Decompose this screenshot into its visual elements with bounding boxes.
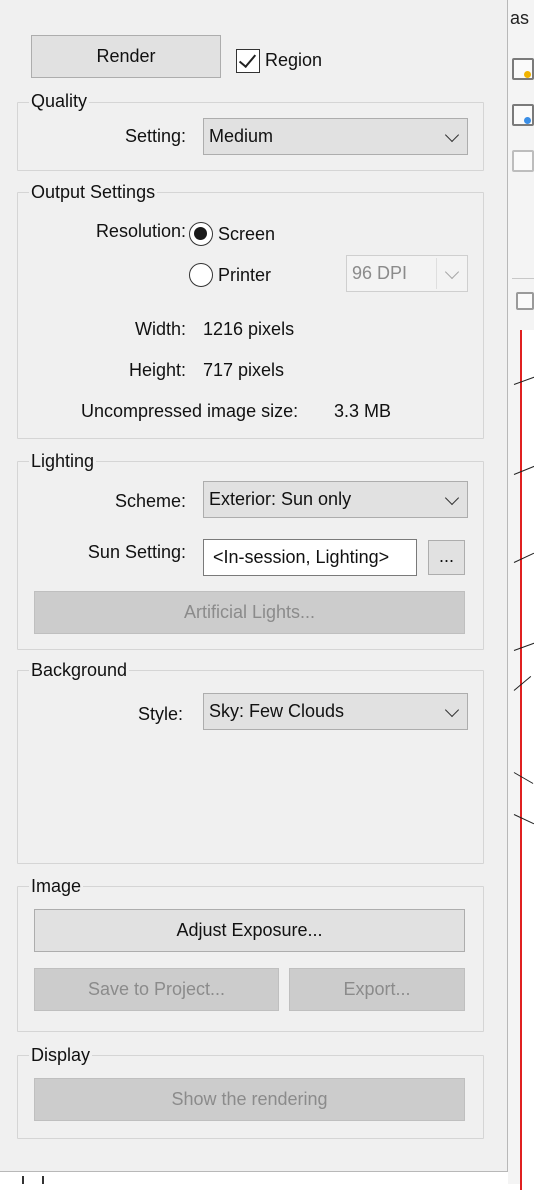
quality-setting-dropdown[interactable]: Medium bbox=[203, 118, 468, 155]
checkmark-icon bbox=[238, 49, 257, 69]
printer-radio-label[interactable]: Printer bbox=[218, 265, 271, 286]
radio-selected-dot bbox=[194, 227, 207, 240]
height-label: Height: bbox=[128, 360, 186, 380]
image-legend: Image bbox=[29, 876, 84, 897]
bulb-blue-dot-icon bbox=[524, 117, 531, 124]
toolbar-light-icon[interactable] bbox=[512, 58, 534, 80]
toolbar-light-blue-icon[interactable] bbox=[512, 104, 534, 126]
width-value: 1216 pixels bbox=[203, 319, 295, 339]
chevron-down-icon bbox=[444, 490, 460, 505]
width-label: Width: bbox=[134, 319, 186, 339]
chevron-down-icon bbox=[444, 127, 460, 142]
printer-radio[interactable] bbox=[189, 263, 213, 287]
screen-radio-label[interactable]: Screen bbox=[218, 224, 275, 245]
dropdown-separator bbox=[436, 258, 437, 289]
show-rendering-button: Show the rendering bbox=[34, 1078, 465, 1121]
uncompressed-size-label: Uncompressed image size: bbox=[81, 401, 299, 421]
quality-setting-value: Medium bbox=[209, 126, 274, 146]
background-style-value: Sky: Few Clouds bbox=[209, 701, 345, 721]
output-settings-legend: Output Settings bbox=[29, 182, 158, 203]
background-divider bbox=[512, 278, 534, 279]
sun-setting-field[interactable]: <In-session, Lighting> bbox=[203, 539, 417, 576]
export-button: Export... bbox=[289, 968, 465, 1011]
resolution-label: Resolution: bbox=[95, 221, 186, 241]
uncompressed-size-value: 3.3 MB bbox=[334, 401, 392, 421]
display-legend: Display bbox=[29, 1045, 93, 1066]
background-style-dropdown[interactable]: Sky: Few Clouds bbox=[203, 693, 468, 730]
sun-setting-browse-button[interactable]: ... bbox=[428, 540, 465, 575]
drawing-canvas[interactable] bbox=[520, 330, 534, 1190]
sun-setting-label: Sun Setting: bbox=[87, 542, 186, 562]
background-legend: Background bbox=[29, 660, 130, 681]
render-button[interactable]: Render bbox=[31, 35, 221, 78]
adjust-exposure-button[interactable]: Adjust Exposure... bbox=[34, 909, 465, 952]
grid-tool-icon[interactable] bbox=[516, 292, 534, 310]
dpi-dropdown: 96 DPI bbox=[346, 255, 468, 292]
screen-radio[interactable] bbox=[189, 222, 213, 246]
scheme-label: Scheme: bbox=[114, 491, 186, 511]
height-value: 717 pixels bbox=[203, 360, 285, 380]
background-tab-label[interactable]: as bbox=[510, 8, 529, 29]
region-checkbox[interactable] bbox=[236, 49, 260, 73]
chevron-down-icon bbox=[444, 264, 460, 279]
artificial-lights-button: Artificial Lights... bbox=[34, 591, 465, 634]
lighting-scheme-dropdown[interactable]: Exterior: Sun only bbox=[203, 481, 468, 518]
background-style-label: Style: bbox=[137, 704, 183, 724]
lighting-legend: Lighting bbox=[29, 451, 97, 472]
chevron-down-icon bbox=[444, 702, 460, 717]
region-label[interactable]: Region bbox=[265, 50, 322, 71]
dpi-value: 96 DPI bbox=[352, 263, 408, 283]
toolbar-disabled-icon bbox=[512, 150, 534, 172]
bulb-dot-icon bbox=[524, 71, 531, 78]
lighting-scheme-value: Exterior: Sun only bbox=[209, 489, 352, 509]
quality-legend: Quality bbox=[29, 91, 90, 112]
save-to-project-button: Save to Project... bbox=[34, 968, 279, 1011]
render-panel: Render Region Quality Setting: Medium Ou… bbox=[0, 0, 508, 1172]
quality-setting-label: Setting: bbox=[124, 126, 186, 146]
